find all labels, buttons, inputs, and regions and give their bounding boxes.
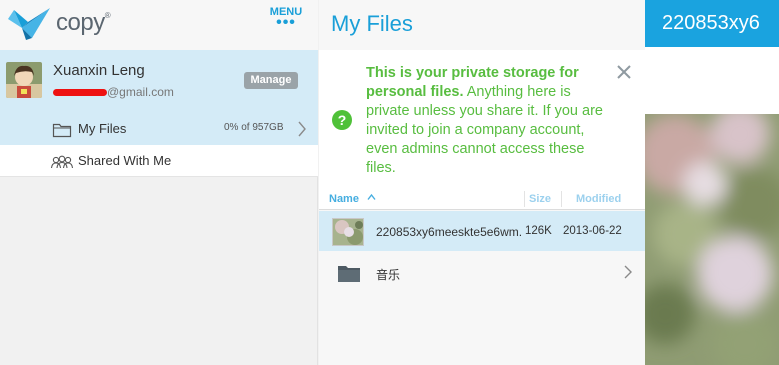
preview-title: 220853xy6 (662, 12, 760, 34)
avatar (6, 62, 42, 98)
column-header-size[interactable]: Size (529, 193, 551, 205)
notice-text: This is your private storage for persona… (366, 64, 614, 178)
user-panel: Xuanxin Leng @gmail.com Manage (0, 50, 318, 113)
menu-dots-icon: ••• (276, 14, 296, 31)
folder-icon (338, 266, 360, 282)
chevron-right-icon (298, 121, 306, 137)
image-thumbnail (332, 218, 364, 246)
sidebar-item-label: Shared With Me (78, 153, 172, 168)
logo-text: copy® (56, 9, 111, 36)
chevron-right-icon (624, 265, 632, 279)
copy-app: copy® MENU ••• Xuanxin Leng @gmail.com M… (0, 0, 779, 365)
column-divider (524, 191, 525, 207)
sidebar: copy® MENU ••• Xuanxin Leng @gmail.com M… (0, 0, 318, 365)
close-icon[interactable] (616, 64, 632, 80)
file-table-header: Name Size Modified (319, 189, 645, 210)
user-email: @gmail.com (53, 85, 174, 99)
preview-title-bar: 220853xy6 (645, 0, 779, 47)
copy-logo[interactable]: copy® (6, 5, 116, 41)
sort-ascending-icon (367, 193, 376, 200)
storage-usage: 0% of 957GB (224, 122, 284, 133)
file-modified-date: 2013-06-22 (563, 225, 622, 237)
sidebar-item-my-files[interactable]: My Files 0% of 957GB (0, 113, 318, 145)
private-storage-notice: ? This is your private storage for perso… (319, 50, 645, 189)
folder-icon (52, 123, 72, 138)
table-row[interactable]: 音乐 (319, 252, 645, 292)
sidebar-item-label: My Files (78, 121, 127, 136)
preview-image[interactable] (645, 114, 779, 365)
file-browser: My Files ? This is your private storage … (319, 0, 645, 365)
sidebar-item-shared-with-me[interactable]: Shared With Me (0, 145, 318, 177)
file-size: 126K (525, 225, 552, 237)
file-preview-panel: 220853xy6 (645, 0, 779, 365)
email-suffix: @gmail.com (107, 85, 174, 99)
column-header-modified[interactable]: Modified (576, 193, 621, 205)
email-redaction (53, 89, 107, 97)
table-row[interactable]: 220853xy6meeskte5e6wm. 126K 2013-06-22 (319, 211, 645, 251)
page-title: My Files (331, 11, 413, 36)
file-name: 220853xy6meeskte5e6wm. (376, 225, 522, 239)
folder-name: 音乐 (376, 268, 401, 282)
column-divider (561, 191, 562, 207)
origami-bird-icon (8, 8, 50, 40)
people-icon (50, 155, 74, 169)
manage-button[interactable]: Manage (244, 72, 298, 89)
column-header-name[interactable]: Name (329, 193, 359, 205)
top-bar: copy® MENU ••• (0, 0, 318, 50)
menu-button[interactable]: MENU ••• (268, 6, 304, 31)
user-name: Xuanxin Leng (53, 62, 145, 79)
question-circle-icon: ? (332, 110, 352, 130)
